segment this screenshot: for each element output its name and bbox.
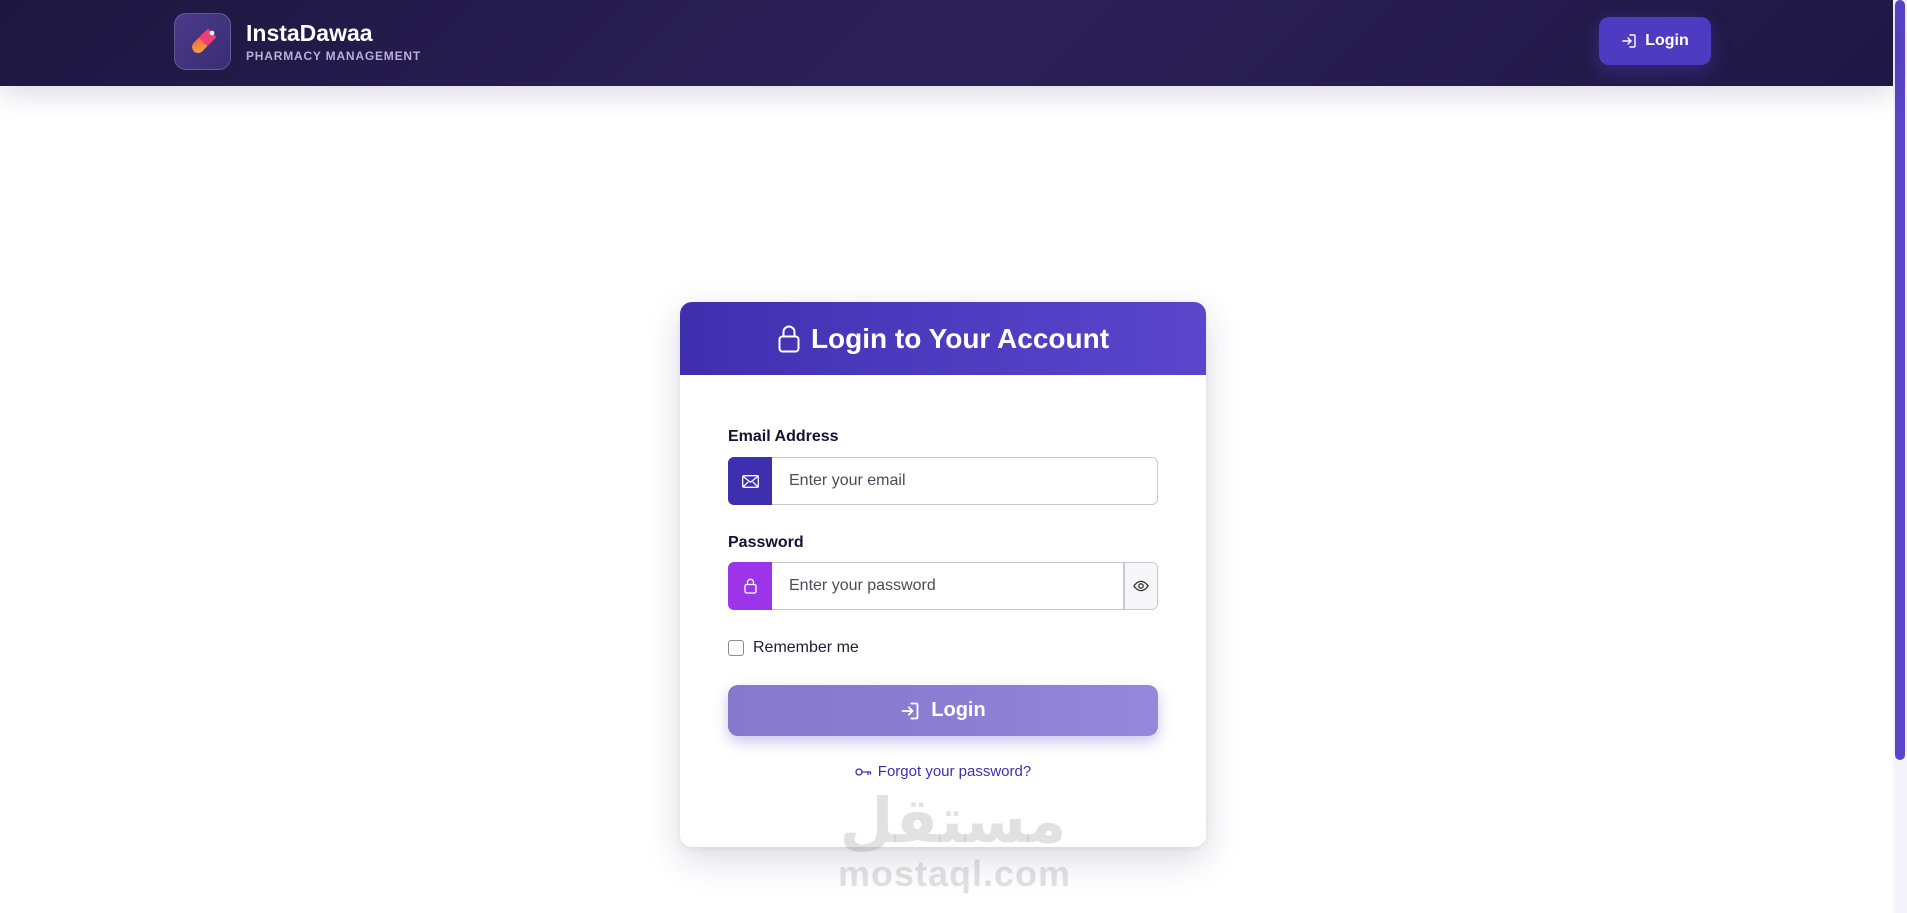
lock-icon — [778, 325, 800, 352]
brand-name: InstaDawaa — [246, 20, 373, 46]
password-label: Password — [728, 534, 804, 551]
remember-me-checkbox[interactable] — [728, 640, 744, 656]
email-label: Email Address — [728, 428, 839, 445]
forgot-password-label: Forgot your password? — [877, 763, 1032, 780]
scrollbar-thumb[interactable] — [1895, 0, 1905, 760]
forgot-password-link[interactable]: Forgot your password? — [680, 763, 1206, 780]
pill-icon — [191, 28, 216, 53]
eye-icon — [1133, 580, 1149, 592]
login-submit-label: Login — [931, 699, 986, 721]
login-submit-button[interactable]: Login — [728, 685, 1158, 736]
brand[interactable]: InstaDawaa PHARMACY MANAGEMENT — [174, 13, 421, 70]
logo — [174, 13, 231, 70]
navbar: InstaDawaa PHARMACY MANAGEMENT Login — [0, 0, 1893, 86]
email-addon — [728, 457, 772, 505]
password-addon — [728, 562, 772, 610]
toggle-password-button[interactable] — [1124, 562, 1158, 610]
password-input[interactable] — [772, 562, 1124, 610]
lock-icon — [743, 578, 757, 594]
key-icon — [855, 767, 871, 776]
brand-tagline: PHARMACY MANAGEMENT — [246, 49, 421, 63]
nav-login-label: Login — [1645, 32, 1689, 49]
watermark-latin: mostaql.com — [838, 853, 1072, 894]
sign-in-icon — [901, 702, 919, 719]
sign-in-icon — [1622, 34, 1636, 48]
envelope-icon — [741, 474, 759, 488]
email-input[interactable] — [772, 457, 1158, 505]
card-header: Login to Your Account — [680, 302, 1206, 375]
remember-me[interactable]: Remember me — [728, 639, 859, 657]
card-title: Login to Your Account — [810, 322, 1110, 354]
nav-login-button[interactable]: Login — [1599, 17, 1711, 65]
password-input-group — [728, 562, 1158, 610]
login-page: InstaDawaa PHARMACY MANAGEMENT Login Log… — [0, 0, 1907, 913]
login-card: Login to Your Account Email Address Pass… — [680, 302, 1206, 847]
remember-me-label: Remember me — [753, 639, 859, 656]
email-input-group — [728, 457, 1158, 505]
